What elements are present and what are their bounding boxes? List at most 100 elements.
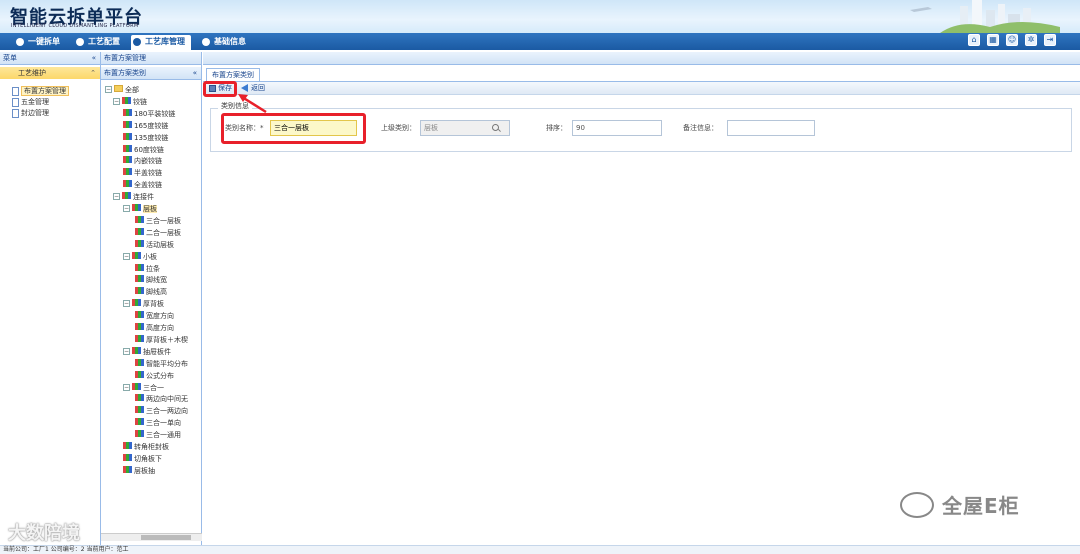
nav-process-config[interactable]: 工艺配置 bbox=[74, 35, 120, 49]
expand-toggle-icon[interactable]: − bbox=[105, 86, 112, 93]
breadcrumb: 布置方案管理 bbox=[101, 52, 201, 65]
tree-node[interactable]: 层板抽 bbox=[123, 465, 155, 477]
tree-node[interactable]: − 小板 bbox=[123, 251, 157, 263]
tree-panel-title: 布置方案类别 « bbox=[101, 67, 201, 80]
tree-node-label: 135度铰链 bbox=[134, 133, 169, 142]
menu-item-hardware[interactable]: 五金管理 bbox=[10, 97, 49, 108]
collapse-icon[interactable]: « bbox=[193, 67, 197, 80]
tree-node-label: 半盖铰链 bbox=[134, 169, 162, 178]
expand-toggle-icon[interactable]: − bbox=[123, 347, 130, 355]
expand-toggle-icon[interactable]: − bbox=[123, 383, 130, 391]
exit-icon[interactable]: ⇥ bbox=[1044, 34, 1056, 46]
document-icon bbox=[12, 87, 19, 96]
tree-node-label: 全部 bbox=[125, 86, 139, 94]
scroll-thumb[interactable] bbox=[141, 535, 191, 540]
tree-node[interactable]: 三合一层板 bbox=[135, 215, 181, 227]
tree-node[interactable]: 165度铰链 bbox=[123, 120, 168, 132]
expand-toggle-icon[interactable]: − bbox=[123, 205, 130, 212]
category-icon bbox=[132, 251, 141, 259]
tree-node[interactable]: 60度铰链 bbox=[123, 144, 164, 156]
tree-node-label: 小板 bbox=[143, 252, 157, 261]
tree-node[interactable]: − 铰链 bbox=[113, 96, 147, 108]
tree-node[interactable]: 宽度方向 bbox=[135, 311, 174, 322]
tree-node[interactable]: 切角板下 bbox=[123, 453, 162, 465]
expand-toggle-icon[interactable]: − bbox=[123, 300, 130, 308]
status-bar: 当前公司：工厂1 公司编号：2 当前用户：范工 bbox=[0, 545, 1080, 554]
tree-node[interactable]: 全盖铰链 bbox=[123, 180, 162, 191]
document-icon bbox=[12, 109, 19, 118]
tree-node-label: 转角柜封板 bbox=[134, 443, 169, 451]
expand-toggle-icon[interactable]: − bbox=[113, 97, 120, 105]
tree-node[interactable]: 三合一通用 bbox=[135, 430, 181, 441]
tree-node[interactable]: 内嵌铰链 bbox=[123, 156, 162, 167]
tree-node[interactable]: − 抽屉板件 bbox=[123, 346, 171, 358]
collapse-icon[interactable]: « bbox=[92, 52, 96, 65]
tree-node[interactable]: 135度铰链 bbox=[123, 132, 169, 144]
gear-icon[interactable]: ✲ bbox=[1025, 34, 1037, 46]
tree-node[interactable]: 脚线高 bbox=[135, 287, 167, 298]
expand-toggle-icon[interactable]: − bbox=[113, 193, 120, 201]
tree-node[interactable]: − 连接件 bbox=[113, 192, 154, 203]
section-process-maintenance[interactable]: 工艺维护 ⌃ bbox=[0, 67, 100, 79]
search-icon[interactable] bbox=[492, 124, 499, 131]
category-icon bbox=[122, 192, 131, 200]
section-label: 工艺维护 bbox=[18, 69, 46, 77]
tree-node[interactable]: − 层板 bbox=[123, 204, 157, 215]
main-nav: 一键拆单 工艺配置 工艺库管理 基础信息 bbox=[0, 33, 1080, 50]
menu-item-layout-scheme[interactable]: 布置方案管理 bbox=[10, 86, 69, 97]
tree-node[interactable]: 三合一两边向 bbox=[135, 406, 188, 417]
tree-node[interactable]: 半盖铰链 bbox=[123, 168, 162, 179]
info-icon bbox=[202, 38, 210, 46]
watermark-left: 大数陪境 bbox=[8, 523, 80, 544]
tree-node[interactable]: 转角柜封板 bbox=[123, 442, 169, 453]
tree-scrollbar[interactable] bbox=[101, 533, 202, 541]
category-icon bbox=[135, 430, 144, 438]
tree-node[interactable]: 二合一层板 bbox=[135, 227, 181, 239]
tree-node-label: 层板抽 bbox=[134, 466, 155, 475]
collapse-icon[interactable]: ⌃ bbox=[90, 67, 96, 79]
tree-node[interactable]: 高度方向 bbox=[135, 323, 174, 334]
nav-one-click-split[interactable]: 一键拆单 bbox=[14, 35, 60, 49]
parent-label: 上级类别： bbox=[381, 124, 416, 132]
tree-node[interactable]: 智能平均分布 bbox=[135, 358, 188, 370]
tree-node[interactable]: 公式分布 bbox=[135, 370, 174, 382]
category-icon bbox=[123, 144, 132, 152]
nav-label: 工艺配置 bbox=[88, 37, 120, 46]
back-arrow-icon bbox=[241, 84, 248, 92]
category-icon bbox=[135, 239, 144, 247]
tree-node[interactable]: 拉条 bbox=[135, 263, 160, 275]
tree-node[interactable]: 三合一单向 bbox=[135, 418, 181, 429]
tree-node[interactable]: 180平装铰链 bbox=[123, 108, 175, 120]
tree-node[interactable]: 厚背板＋木楔 bbox=[135, 334, 188, 346]
category-icon bbox=[135, 263, 144, 271]
home-icon[interactable]: ⌂ bbox=[968, 34, 980, 46]
expand-toggle-icon[interactable]: − bbox=[123, 252, 130, 260]
category-icon bbox=[135, 334, 144, 342]
parent-category-input[interactable]: 层板 bbox=[420, 120, 510, 136]
tree-node[interactable]: − 厚背板 bbox=[123, 299, 164, 310]
calendar-icon[interactable]: ▦ bbox=[987, 34, 999, 46]
tree-node-label: 层板 bbox=[143, 205, 157, 213]
category-icon bbox=[132, 204, 141, 211]
wrench-icon bbox=[76, 38, 84, 46]
form-toolbar: 保存 返回 bbox=[203, 82, 1080, 95]
tree-node-label: 三合一通用 bbox=[146, 431, 181, 440]
category-icon bbox=[132, 382, 141, 390]
tree-node[interactable]: − 三合一 bbox=[123, 382, 164, 394]
category-icon bbox=[135, 323, 144, 330]
category-icon bbox=[122, 96, 131, 104]
nav-process-library[interactable]: 工艺库管理 bbox=[131, 35, 191, 50]
tree-node[interactable]: 活动层板 bbox=[135, 239, 174, 251]
menu-item-edge-banding[interactable]: 封边管理 bbox=[10, 108, 49, 119]
user-icon[interactable]: ☺ bbox=[1006, 34, 1018, 46]
tree-node[interactable]: − 全部 bbox=[105, 85, 139, 96]
order-input[interactable]: 90 bbox=[572, 120, 662, 136]
nav-basic-info[interactable]: 基础信息 bbox=[200, 35, 246, 49]
tree-node-label: 智能平均分布 bbox=[146, 359, 188, 368]
tree-node[interactable]: 脚线宽 bbox=[135, 275, 167, 286]
tab-layout-category[interactable]: 布置方案类别 bbox=[206, 68, 260, 81]
remark-textarea[interactable] bbox=[727, 120, 815, 136]
tree-node[interactable]: 两边向中间无 bbox=[135, 394, 188, 405]
category-icon bbox=[135, 227, 144, 235]
nav-label: 基础信息 bbox=[214, 37, 246, 46]
